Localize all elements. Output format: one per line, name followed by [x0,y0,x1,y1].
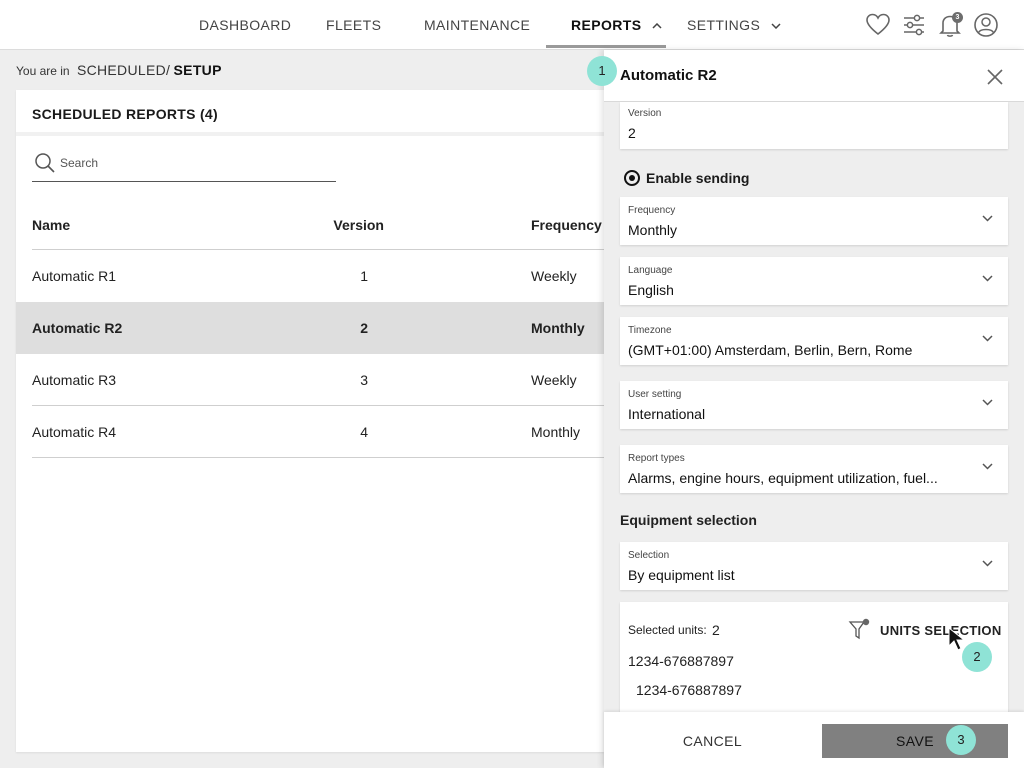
cancel-button[interactable]: CANCEL [620,724,805,758]
language-label: Language [628,265,673,276]
unit-item: 1234-676887897 [628,653,734,669]
chevron-down-icon [982,560,993,567]
scheduled-reports-card: SCHEDULED REPORTS (4) Name Version Frequ… [16,90,604,752]
units-selection-label: UNITS SELECTION [880,623,1002,638]
frequency-value: Monthly [628,222,678,238]
card-title: SCHEDULED REPORTS (4) [16,90,604,136]
breadcrumb-current: SETUP [173,62,222,78]
save-button[interactable]: SAVE [822,724,1008,758]
row-name: Automatic R4 [32,424,117,440]
table-row-selected[interactable]: Automatic R2 2 Monthly [16,302,604,354]
step-marker-1: 1 [587,56,617,86]
user-setting-value: International [628,406,706,422]
report-types-label: Report types [628,453,685,464]
version-field[interactable]: Version 2 [620,102,1008,149]
row-frequency: Weekly [531,372,577,388]
enable-sending-label: Enable sending [646,170,750,186]
selected-units-label: Selected units: [628,623,707,637]
radio-button [624,170,640,186]
selection-label: Selection [628,550,670,561]
timezone-value: (GMT+01:00) Amsterdam, Berlin, Bern, Rom… [628,342,913,358]
search-input[interactable] [60,152,330,174]
user-setting-label: User setting [628,389,682,400]
chevron-up-icon [652,23,662,29]
notification-badge: 3 [952,12,963,23]
mouse-cursor-icon [948,626,966,651]
chevron-down-icon [982,335,993,342]
top-nav-bar: DASHBOARD FLEETS MAINTENANCE REPORTS SET… [0,0,1024,50]
row-frequency: Monthly [531,320,585,336]
timezone-label: Timezone [628,325,672,336]
step-marker-3: 3 [946,725,976,755]
selection-value: By equipment list [628,567,735,583]
version-label: Version [628,108,662,119]
nav-settings-label: SETTINGS [687,17,761,33]
report-detail-panel: Automatic R2 Version 2 Enable sending Fr… [604,50,1024,768]
column-header-version[interactable]: Version [272,217,384,233]
user-setting-select[interactable]: User setting International [620,381,1008,429]
filter-icon [848,618,870,640]
heart-icon[interactable] [865,12,891,38]
search-box [32,148,336,182]
table-row[interactable]: Automatic R3 3 Weekly [16,354,604,406]
language-select[interactable]: Language English [620,257,1008,305]
nav-settings[interactable]: SETTINGS [687,0,781,50]
version-value: 2 [628,125,636,141]
search-icon [35,153,55,173]
unit-item: 1234-676887897 [636,682,742,698]
close-icon[interactable] [986,68,1004,86]
table-row[interactable]: Automatic R1 1 Weekly [16,250,604,302]
selected-units-box: Selected units: 2 UNITS SELECTION 1234-6… [620,602,1008,712]
chevron-down-icon [982,215,993,222]
row-divider [32,457,604,458]
chevron-down-icon [982,399,993,406]
selected-units-count: 2 [712,622,720,638]
breadcrumb: You are in SCHEDULED/ SETUP [16,62,222,78]
chevron-down-icon [770,23,781,30]
frequency-label: Frequency [628,205,676,216]
equipment-selection-title: Equipment selection [620,512,757,528]
table-row[interactable]: Automatic R4 4 Monthly [16,406,604,458]
row-name: Automatic R3 [32,372,117,388]
nav-fleets[interactable]: FLEETS [326,0,381,50]
sliders-icon[interactable] [901,12,927,38]
nav-maintenance[interactable]: MAINTENANCE [424,0,530,50]
nav-reports-label: REPORTS [571,17,642,33]
timezone-select[interactable]: Timezone (GMT+01:00) Amsterdam, Berlin, … [620,317,1008,365]
report-types-select[interactable]: Report types Alarms, engine hours, equip… [620,445,1008,493]
user-icon[interactable] [973,12,999,38]
row-frequency: Monthly [531,424,581,440]
language-value: English [628,282,674,298]
selection-select[interactable]: Selection By equipment list [620,542,1008,590]
frequency-select[interactable]: Frequency Monthly [620,197,1008,245]
column-header-name[interactable]: Name [32,217,70,233]
row-version: 4 [360,424,368,440]
chevron-down-icon [982,275,993,282]
chevron-down-icon [982,463,993,470]
nav-dashboard[interactable]: DASHBOARD [199,0,291,50]
breadcrumb-prefix: You are in [16,64,70,78]
row-frequency: Weekly [531,268,577,284]
panel-title: Automatic R2 [620,67,717,84]
report-types-value: Alarms, engine hours, equipment utilizat… [628,470,938,486]
table-header: Name Version Frequency [32,210,604,250]
row-version: 2 [360,320,368,336]
breadcrumb-link-scheduled[interactable]: SCHEDULED/ [77,62,170,78]
row-name: Automatic R2 [32,320,123,336]
nav-reports[interactable]: REPORTS [571,0,662,50]
row-name: Automatic R1 [32,268,117,284]
row-version: 3 [360,372,368,388]
row-version: 1 [360,268,368,284]
active-tab-indicator [546,45,666,48]
panel-header: Automatic R2 [604,50,1024,102]
column-header-frequency[interactable]: Frequency [531,217,602,233]
